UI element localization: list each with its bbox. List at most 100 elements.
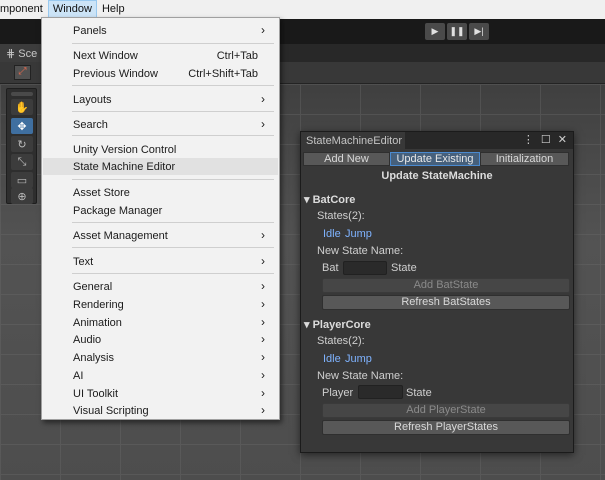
state-link-jump[interactable]: Jump: [345, 228, 372, 240]
menu-separator: [72, 179, 274, 180]
submenu-arrow-icon: ›: [261, 297, 265, 311]
submenu-arrow-icon: ›: [261, 403, 265, 417]
refresh-states-button[interactable]: Refresh PlayerStates: [322, 420, 570, 435]
state-machine-editor-window: StateMachineEditor ⋮ ☐ ✕ Add New Update …: [300, 131, 574, 453]
menu-item-label: Asset Store: [73, 187, 130, 199]
pause-button[interactable]: ❚❚: [447, 23, 467, 40]
tab-initialization[interactable]: Initialization: [480, 152, 569, 166]
menu-item-label: Rendering: [73, 299, 124, 311]
foldout-label: PlayerCore: [312, 319, 371, 331]
menu-item-label: General: [73, 281, 113, 293]
tab-update-existing[interactable]: Update Existing: [390, 152, 480, 166]
state-prefix-label: Bat: [322, 262, 339, 274]
menu-item-text[interactable]: Text ›: [43, 253, 278, 270]
menu-item-package-manager[interactable]: Package Manager: [43, 202, 278, 219]
menu-item-search[interactable]: Search ›: [43, 116, 278, 133]
state-link-jump[interactable]: Jump: [345, 353, 372, 365]
menu-item-ui-toolkit[interactable]: UI Toolkit ›: [43, 385, 278, 402]
states-count-label: States(2):: [317, 335, 365, 347]
new-state-name-label: New State Name:: [317, 245, 404, 257]
menu-item-label: State Machine Editor: [73, 161, 176, 173]
foldout-playercore[interactable]: ▾ PlayerCore: [304, 318, 371, 331]
state-link-idle[interactable]: Idle: [323, 228, 341, 240]
menu-separator: [72, 222, 274, 223]
submenu-arrow-icon: ›: [261, 332, 265, 346]
menu-item-label: Previous Window: [73, 68, 158, 80]
foldout-batcore[interactable]: ▾ BatCore: [304, 193, 355, 206]
menu-item-shortcut: Ctrl+Tab: [216, 50, 258, 62]
rect-tool-icon[interactable]: ▭: [11, 172, 33, 188]
menu-item-ai[interactable]: AI ›: [43, 367, 278, 384]
menu-item-panels[interactable]: Panels ›: [43, 22, 278, 39]
menu-item-unity-version-control[interactable]: Unity Version Control: [43, 141, 278, 158]
scene-tab[interactable]: ⋕ Sce: [0, 44, 44, 62]
submenu-arrow-icon: ›: [261, 254, 265, 268]
sme-header: StateMachineEditor ⋮ ☐ ✕: [301, 132, 573, 149]
scene-tab-label: Sce: [18, 48, 38, 60]
move-tool-icon[interactable]: ✥: [11, 118, 33, 134]
menu-separator: [72, 247, 274, 248]
scale-tool-icon[interactable]: ⤡: [11, 154, 33, 170]
menu-item-shortcut: Ctrl+Shift+Tab: [188, 68, 258, 80]
add-state-button[interactable]: Add PlayerState: [322, 403, 570, 418]
overlay-grip-icon[interactable]: [11, 92, 33, 96]
foldout-arrow-icon: ▾: [304, 194, 310, 206]
foldout-arrow-icon: ▾: [304, 319, 310, 331]
menu-separator: [72, 135, 274, 136]
add-state-button[interactable]: Add BatState: [322, 278, 570, 293]
menu-item-label: Analysis: [73, 352, 114, 364]
close-icon[interactable]: ✕: [558, 133, 567, 146]
menu-item-audio[interactable]: Audio ›: [43, 331, 278, 348]
sme-title-tab[interactable]: StateMachineEditor: [301, 132, 405, 149]
tab-add-new[interactable]: Add New: [303, 152, 390, 166]
menu-item-asset-management[interactable]: Asset Management ›: [43, 227, 278, 244]
state-prefix-label: Player: [322, 387, 354, 399]
menu-item-visual-scripting[interactable]: Visual Scripting ›: [43, 402, 278, 419]
menu-separator: [72, 85, 274, 86]
submenu-arrow-icon: ›: [261, 279, 265, 293]
submenu-arrow-icon: ›: [261, 386, 265, 400]
transform-all-tool-icon[interactable]: ⊕: [11, 188, 33, 204]
menu-item-analysis[interactable]: Analysis ›: [43, 349, 278, 366]
state-suffix-label: State: [406, 387, 432, 399]
menu-item-layouts[interactable]: Layouts ›: [43, 91, 278, 108]
submenu-arrow-icon: ›: [261, 350, 265, 364]
maximize-icon[interactable]: ☐: [541, 133, 551, 146]
menu-item-asset-store[interactable]: Asset Store: [43, 184, 278, 201]
menu-item-label: UI Toolkit: [73, 388, 119, 400]
menu-item-general[interactable]: General ›: [43, 278, 278, 295]
sme-window-controls: ⋮ ☐ ✕: [523, 133, 567, 146]
section-heading: Update StateMachine: [381, 170, 493, 182]
new-state-name-input[interactable]: [358, 385, 403, 399]
menu-item-label: Layouts: [73, 94, 112, 106]
menu-item-label: Text: [73, 256, 94, 268]
transform-tool-icon[interactable]: ⤢: [14, 65, 31, 80]
foldout-label: BatCore: [312, 194, 356, 206]
step-button[interactable]: ▶|: [469, 23, 489, 40]
kebab-menu-icon[interactable]: ⋮: [523, 133, 534, 146]
menu-separator: [72, 43, 274, 44]
state-suffix-label: State: [391, 262, 417, 274]
refresh-states-button[interactable]: Refresh BatStates: [322, 295, 570, 310]
new-state-name-input[interactable]: [343, 261, 387, 275]
states-count-label: States(2):: [317, 210, 365, 222]
menu-item-rendering[interactable]: Rendering ›: [43, 296, 278, 313]
rotate-tool-icon[interactable]: ↻: [11, 136, 33, 152]
menu-item-animation[interactable]: Animation ›: [43, 314, 278, 331]
submenu-arrow-icon: ›: [261, 228, 265, 242]
menu-item-previous-window[interactable]: Previous Window Ctrl+Shift+Tab: [43, 65, 278, 82]
submenu-arrow-icon: ›: [261, 368, 265, 382]
tools-overlay: ✋ ✥ ↻ ⤡ ▭ ⊕: [6, 88, 37, 204]
state-link-idle[interactable]: Idle: [323, 353, 341, 365]
menu-item-label: Visual Scripting: [73, 405, 149, 417]
menu-item-next-window[interactable]: Next Window Ctrl+Tab: [43, 47, 278, 64]
hand-tool-icon[interactable]: ✋: [11, 99, 33, 115]
menu-item-label: AI: [73, 370, 84, 382]
scene-tab-icon: ⋕: [6, 48, 16, 60]
menu-item-label: Panels: [73, 25, 107, 37]
menu-separator: [72, 273, 274, 274]
menu-item-label: Animation: [73, 317, 122, 329]
menu-item-state-machine-editor[interactable]: State Machine Editor: [43, 158, 278, 175]
new-state-name-label: New State Name:: [317, 370, 404, 382]
play-button[interactable]: ▶: [425, 23, 445, 40]
